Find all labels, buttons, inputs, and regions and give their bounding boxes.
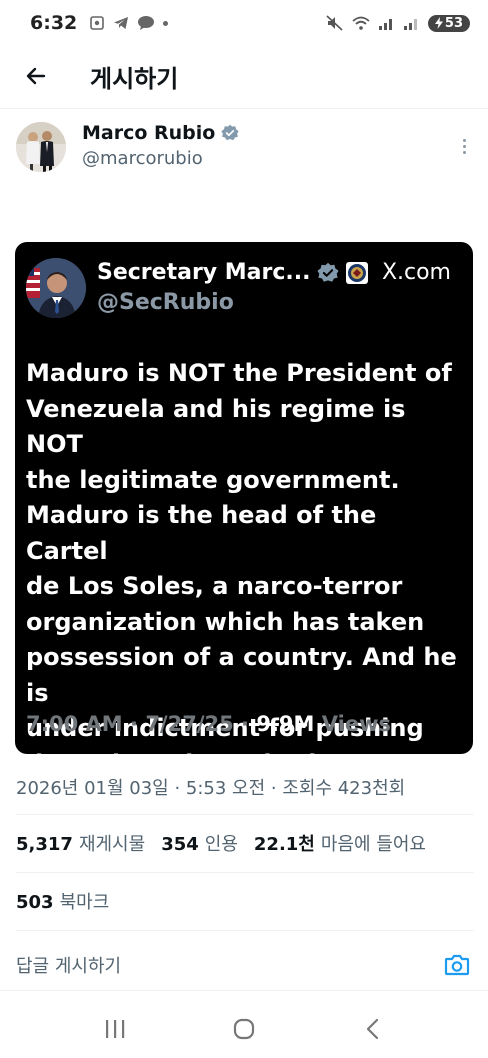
author-name-row: Marco Rubio (82, 122, 239, 144)
embed-verified-badge-icon (316, 262, 339, 282)
battery-level: 53 (444, 15, 463, 31)
author-avatar-image (16, 122, 66, 172)
more-dot-icon (462, 144, 466, 148)
telegram-icon (114, 17, 129, 29)
quotes-label: 인용 (204, 834, 238, 855)
recent-apps-icon (105, 1020, 124, 1038)
embed-meta-separator: · (241, 712, 250, 736)
author-info: Marco Rubio @marcorubio (82, 122, 239, 169)
page-title: 게시하기 (90, 64, 179, 93)
bookmarks-stat[interactable]: 503 북마크 (16, 888, 109, 914)
status-time: 6:32 (30, 12, 78, 34)
more-dot-icon (462, 138, 466, 142)
wifi-icon (352, 16, 370, 30)
camera-button[interactable] (442, 950, 472, 980)
embed-post-meta: 7:00 AM · 7/27/25 · 9.9M Views (26, 712, 391, 736)
embed-author-handle: @SecRubio (97, 290, 234, 315)
chevron-left-icon (367, 1018, 379, 1040)
embed-author-name: Secretary Marc... (97, 260, 311, 285)
more-notifications-dot-icon (163, 20, 169, 26)
post-timestamp-views: 2026년 01월 03일 · 5:53 오전 · 조회수 423천회 (16, 778, 406, 799)
reposts-label: 재게시물 (78, 834, 146, 855)
system-icons: 53 (326, 14, 470, 32)
embed-avatar-image (26, 258, 86, 318)
screenshot-icon (90, 16, 105, 30)
author-handle: @marcorubio (82, 148, 203, 169)
likes-label: 마음에 들어요 (320, 834, 426, 855)
recent-apps-button[interactable] (95, 1009, 135, 1049)
likes-count: 22.1천 (253, 834, 315, 855)
government-seal-icon (345, 261, 368, 284)
embed-post-date: 7/27/25 (145, 712, 234, 736)
embed-views-count: 9.9M (256, 712, 315, 736)
reply-input[interactable]: 답글 게시하기 (16, 952, 121, 978)
quotes-stat[interactable]: 354 인용 (161, 830, 238, 856)
author-name[interactable]: Marco Rubio (82, 122, 215, 144)
notification-icons (89, 15, 169, 31)
signal-2-icon (403, 19, 417, 30)
embedded-post-card[interactable]: Secretary Marc... X.com @SecRubio Maduro… (15, 242, 473, 778)
embed-views-label: Views (321, 712, 391, 736)
battery-indicator: 53 (427, 14, 470, 32)
embed-avatar (26, 258, 86, 318)
verified-badge-icon (221, 124, 239, 141)
more-options-button[interactable] (452, 134, 476, 158)
divider (0, 990, 488, 991)
system-back-button[interactable] (353, 1009, 393, 1049)
likes-stat[interactable]: 22.1천 마음에 들어요 (254, 830, 426, 856)
embed-name-row: Secretary Marc... (97, 260, 369, 285)
bookmarks-label: 북마크 (59, 892, 110, 913)
app-header: 게시하기 (0, 48, 488, 104)
post-author: Marco Rubio @marcorubio (16, 122, 476, 182)
more-dot-icon (462, 150, 466, 154)
bookmarks-count: 503 (16, 892, 54, 913)
charging-icon (434, 17, 443, 29)
header-divider (0, 108, 488, 109)
embed-meta-separator: · (130, 712, 138, 736)
divider (16, 930, 474, 931)
author-avatar[interactable] (16, 122, 66, 172)
engagement-stats: 5,317 재게시물 354 인용 22.1천 마음에 들어요 (16, 830, 426, 856)
reposts-count: 5,317 (16, 834, 73, 855)
arrow-left-icon (26, 67, 46, 85)
embed-post-time: 7:00 AM (26, 712, 123, 736)
mute-icon (326, 15, 343, 31)
reply-bar: 답글 게시하기 (0, 940, 488, 990)
signal-icon (378, 19, 392, 30)
divider (16, 872, 474, 873)
talk-icon (138, 16, 155, 30)
home-icon (233, 1018, 255, 1040)
embed-site-label: X.com (381, 260, 451, 285)
camera-icon (444, 954, 470, 976)
status-bar: 6:32 53 (0, 0, 488, 46)
system-navigation-bar (0, 1000, 488, 1058)
divider (16, 814, 474, 815)
home-button[interactable] (224, 1009, 264, 1049)
reposts-stat[interactable]: 5,317 재게시물 (16, 830, 145, 856)
quotes-count: 354 (161, 834, 199, 855)
back-button[interactable] (16, 56, 56, 96)
